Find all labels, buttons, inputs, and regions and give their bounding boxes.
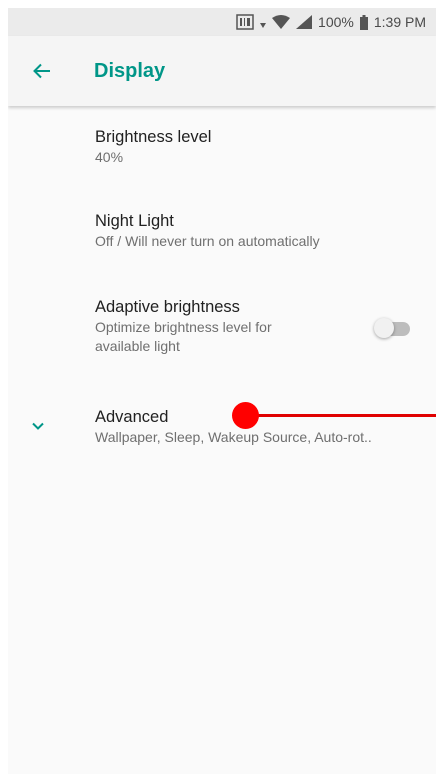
touch-trail xyxy=(252,414,436,417)
status-bar: 100% 1:39 PM xyxy=(8,8,436,36)
night-light-item[interactable]: Night Light Off / Will never turn on aut… xyxy=(8,202,436,288)
switch-thumb xyxy=(374,318,394,338)
advanced-item[interactable]: Advanced Wallpaper, Sleep, Wakeup Source… xyxy=(8,396,436,466)
advanced-summary: Wallpaper, Sleep, Wakeup Source, Auto-ro… xyxy=(95,429,372,445)
page-title: Display xyxy=(94,59,166,82)
battery-percent: 100% xyxy=(318,14,354,30)
screenshot-frame: 100% 1:39 PM Display Brightness level 40… xyxy=(0,0,436,774)
back-button[interactable] xyxy=(14,43,70,99)
touch-point-marker xyxy=(232,402,259,429)
clock: 1:39 PM xyxy=(373,14,426,30)
adaptive-brightness-switch[interactable] xyxy=(374,318,410,338)
arrow-back-icon xyxy=(33,63,50,79)
display-settings-screen: 100% 1:39 PM Display Brightness level 40… xyxy=(8,8,436,774)
wifi-icon xyxy=(272,15,291,29)
brightness-level-title: Brightness level xyxy=(95,128,212,146)
brightness-level-value: 40% xyxy=(95,149,124,165)
adaptive-brightness-item[interactable]: Adaptive brightness Optimize brightness … xyxy=(8,288,436,396)
toolbar: Display xyxy=(8,36,436,106)
data-arrow-icon xyxy=(260,16,267,28)
adaptive-brightness-summary: Optimize brightness level for available … xyxy=(95,319,272,354)
cell-signal-icon xyxy=(296,15,313,29)
settings-list: Brightness level 40% Night Light Off / W… xyxy=(8,106,436,466)
night-light-title: Night Light xyxy=(95,212,174,230)
brightness-level-item[interactable]: Brightness level 40% xyxy=(8,118,436,202)
chevron-down-icon xyxy=(32,422,44,430)
night-light-summary: Off / Will never turn on automatically xyxy=(95,233,320,249)
battery-icon xyxy=(359,14,368,30)
adaptive-brightness-title: Adaptive brightness xyxy=(95,298,240,316)
scanner-icon xyxy=(236,14,254,30)
